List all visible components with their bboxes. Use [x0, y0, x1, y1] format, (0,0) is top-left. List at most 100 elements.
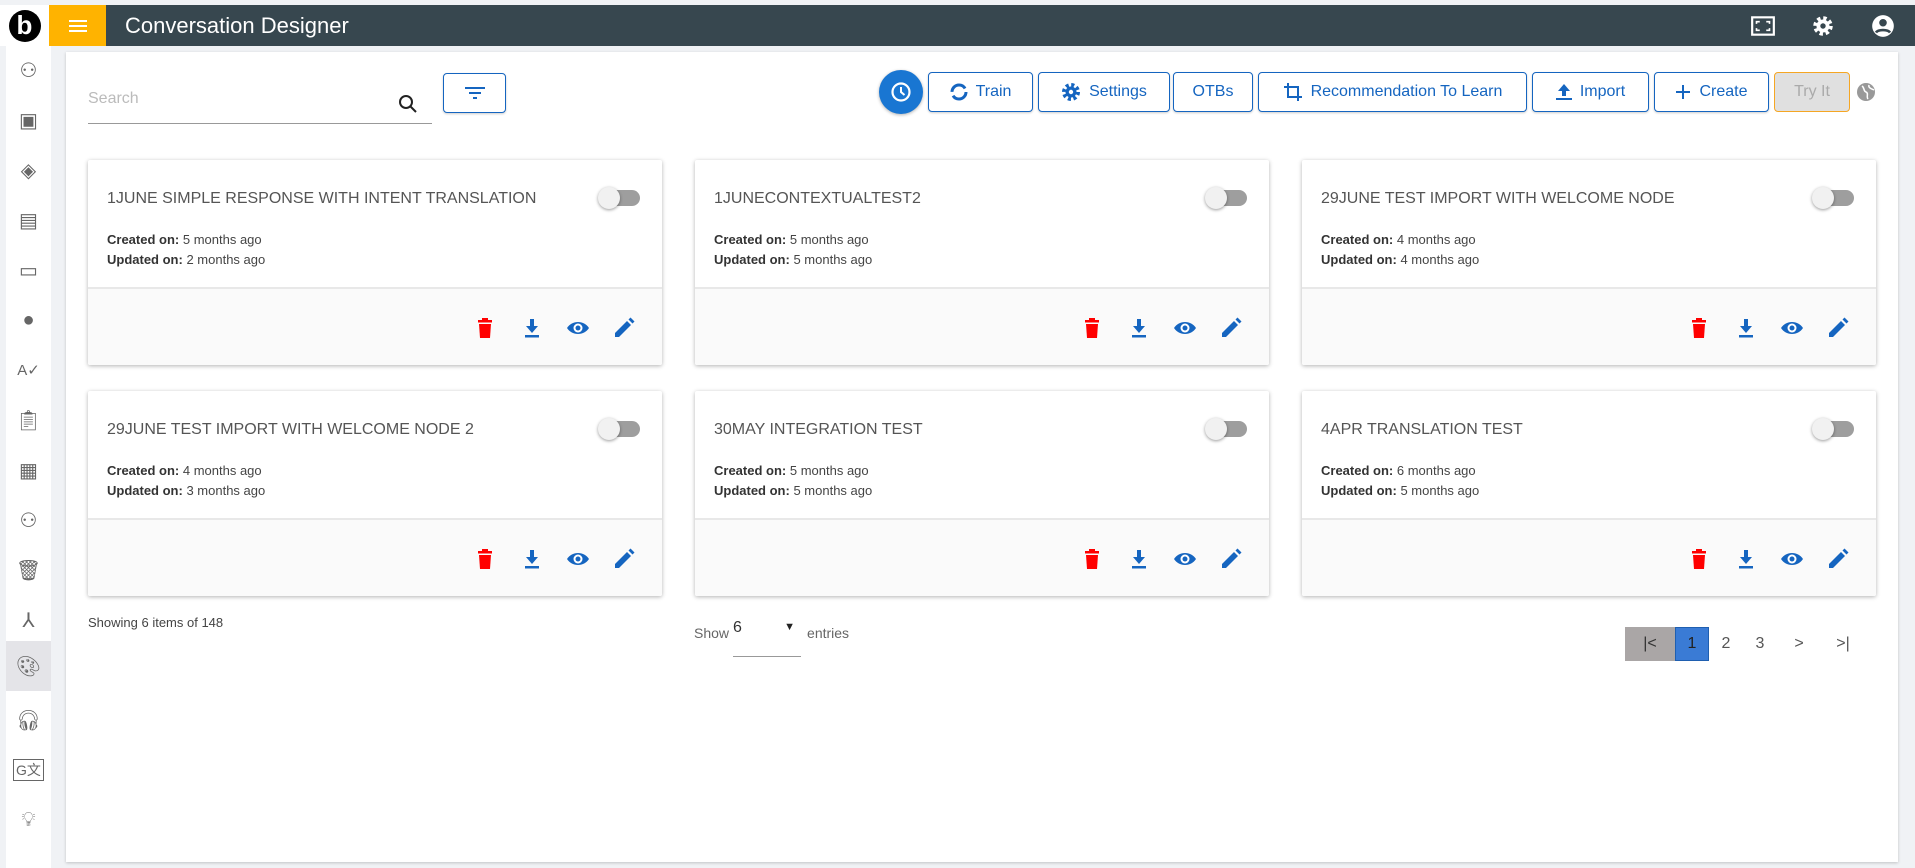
page-2[interactable]: 2: [1709, 627, 1743, 661]
gear-icon: [1062, 83, 1081, 101]
sidebar-item-trash[interactable]: 🗑︎: [6, 548, 51, 592]
contact-icon: ▣: [19, 109, 38, 132]
settings-icon[interactable]: [1810, 13, 1836, 39]
menu-button[interactable]: [49, 5, 106, 46]
sync-icon: [950, 83, 968, 101]
first-page-button[interactable]: |<: [1625, 627, 1675, 661]
view-icon[interactable]: [1173, 316, 1197, 340]
download-icon[interactable]: [1734, 316, 1758, 340]
edit-icon[interactable]: [1826, 316, 1850, 340]
create-button[interactable]: Create: [1654, 72, 1769, 112]
edit-icon[interactable]: [1826, 547, 1850, 571]
view-icon[interactable]: [566, 316, 590, 340]
search-icon[interactable]: [398, 94, 418, 114]
history-button[interactable]: [879, 70, 923, 114]
enable-toggle[interactable]: [1812, 418, 1854, 440]
view-icon[interactable]: [566, 547, 590, 571]
delete-icon[interactable]: [1080, 547, 1104, 571]
last-page-button[interactable]: >|: [1821, 627, 1865, 661]
sidebar-item-clipboard[interactable]: 📋︎: [6, 398, 51, 442]
updated-on: Updated on: 2 months ago: [107, 252, 266, 267]
pagination: |< 1 2 3 > >|: [1625, 627, 1865, 661]
sidebar-item-widgets[interactable]: ▦: [6, 448, 51, 492]
hamburger-icon: [68, 19, 87, 32]
download-icon[interactable]: [1127, 316, 1151, 340]
view-icon[interactable]: [1173, 547, 1197, 571]
enable-toggle[interactable]: [1205, 187, 1247, 209]
updated-on: Updated on: 5 months ago: [714, 252, 873, 267]
enable-toggle[interactable]: [1812, 187, 1854, 209]
next-page-button[interactable]: >: [1777, 627, 1821, 661]
search-input[interactable]: [88, 90, 378, 108]
download-icon[interactable]: [1734, 547, 1758, 571]
view-icon[interactable]: [1780, 316, 1804, 340]
recommendation-button[interactable]: Recommendation To Learn: [1258, 72, 1527, 112]
palette-icon: 🎨︎: [15, 655, 42, 678]
account-icon[interactable]: [1870, 13, 1896, 39]
flow-card: 1JUNECONTEXTUALTEST2 Created on: 5 month…: [695, 160, 1269, 365]
sidebar-item-messages[interactable]: ▤: [6, 198, 51, 242]
download-icon[interactable]: [520, 547, 544, 571]
delete-icon[interactable]: [473, 316, 497, 340]
train-button[interactable]: Train: [928, 72, 1033, 112]
sidebar-item-support[interactable]: 🎧︎: [6, 698, 51, 742]
enable-toggle[interactable]: [1205, 418, 1247, 440]
card-title[interactable]: 1JUNECONTEXTUALTEST2: [714, 190, 1154, 208]
sidebar-item-cloud[interactable]: ●: [6, 298, 51, 342]
upload-icon: [1555, 84, 1572, 100]
card-title[interactable]: 30MAY INTEGRATION TEST: [714, 421, 1154, 439]
enable-toggle[interactable]: [598, 187, 640, 209]
card-actions: [88, 287, 662, 365]
search-field[interactable]: [88, 78, 432, 124]
settings-button[interactable]: Settings: [1038, 72, 1170, 112]
edit-icon[interactable]: [612, 316, 636, 340]
paint-bucket-icon: ◈: [20, 159, 37, 182]
bot-icon: ⚇: [19, 59, 38, 82]
page-size-control: Show 6 ▼ entries: [694, 619, 849, 657]
edit-icon[interactable]: [1219, 316, 1243, 340]
sidebar-item-ideas[interactable]: 💡︎: [6, 798, 51, 842]
card-title[interactable]: 29JUNE TEST IMPORT WITH WELCOME NODE 2: [107, 421, 547, 439]
filter-button[interactable]: [443, 73, 506, 113]
card-title[interactable]: 1JUNE SIMPLE RESPONSE WITH INTENT TRANSL…: [107, 190, 547, 208]
sidebar-item-translate[interactable]: G文: [6, 748, 51, 792]
clipboard-icon: 📋︎: [15, 409, 42, 432]
sidebar-item-layout[interactable]: ▭: [6, 248, 51, 292]
edit-icon[interactable]: [1219, 547, 1243, 571]
sidebar: ⚇ ▣ ◈ ▤ ▭ ● A✓ 📋︎ ▦ ⚇ 🗑︎ ⅄ 🎨︎ 🎧︎ G文 💡︎: [6, 46, 51, 868]
sidebar-item-contacts[interactable]: ▣: [6, 98, 51, 142]
import-button[interactable]: Import: [1532, 72, 1649, 112]
items-count: Showing 6 items of 148: [88, 615, 224, 630]
edit-icon[interactable]: [612, 547, 636, 571]
sidebar-item-spellcheck[interactable]: A✓: [6, 348, 51, 392]
download-icon[interactable]: [520, 316, 544, 340]
sidebar-item-palette[interactable]: 🎨︎: [6, 641, 51, 691]
otbs-button[interactable]: OTBs: [1173, 72, 1253, 112]
card-title[interactable]: 4APR TRANSLATION TEST: [1321, 421, 1761, 439]
delete-icon[interactable]: [1687, 547, 1711, 571]
try-it-button[interactable]: Try It: [1774, 72, 1850, 112]
card-actions: [695, 287, 1269, 365]
page-3[interactable]: 3: [1743, 627, 1777, 661]
delete-icon[interactable]: [473, 547, 497, 571]
download-icon[interactable]: [1127, 547, 1151, 571]
sidebar-item-bot[interactable]: ⚇: [6, 48, 51, 92]
view-icon[interactable]: [1780, 547, 1804, 571]
message-icon: ▤: [19, 209, 38, 232]
crop-icon: [1283, 83, 1302, 101]
card-actions: [695, 518, 1269, 596]
delete-icon[interactable]: [1687, 316, 1711, 340]
sidebar-item-hierarchy[interactable]: ⅄: [6, 598, 51, 642]
dropdown-arrow-icon: ▼: [784, 621, 796, 633]
page-size-select[interactable]: 6 ▼: [733, 619, 802, 657]
delete-icon[interactable]: [1080, 316, 1104, 340]
globe-icon[interactable]: [1856, 82, 1876, 102]
bot-icon: ⚇: [19, 509, 38, 532]
enable-toggle[interactable]: [598, 418, 640, 440]
logo[interactable]: b: [0, 5, 49, 46]
card-title[interactable]: 29JUNE TEST IMPORT WITH WELCOME NODE: [1321, 190, 1761, 208]
sidebar-item-theme[interactable]: ◈: [6, 148, 51, 192]
page-1[interactable]: 1: [1675, 627, 1709, 661]
sidebar-item-bot-2[interactable]: ⚇: [6, 498, 51, 542]
fullscreen-icon[interactable]: [1750, 13, 1776, 39]
